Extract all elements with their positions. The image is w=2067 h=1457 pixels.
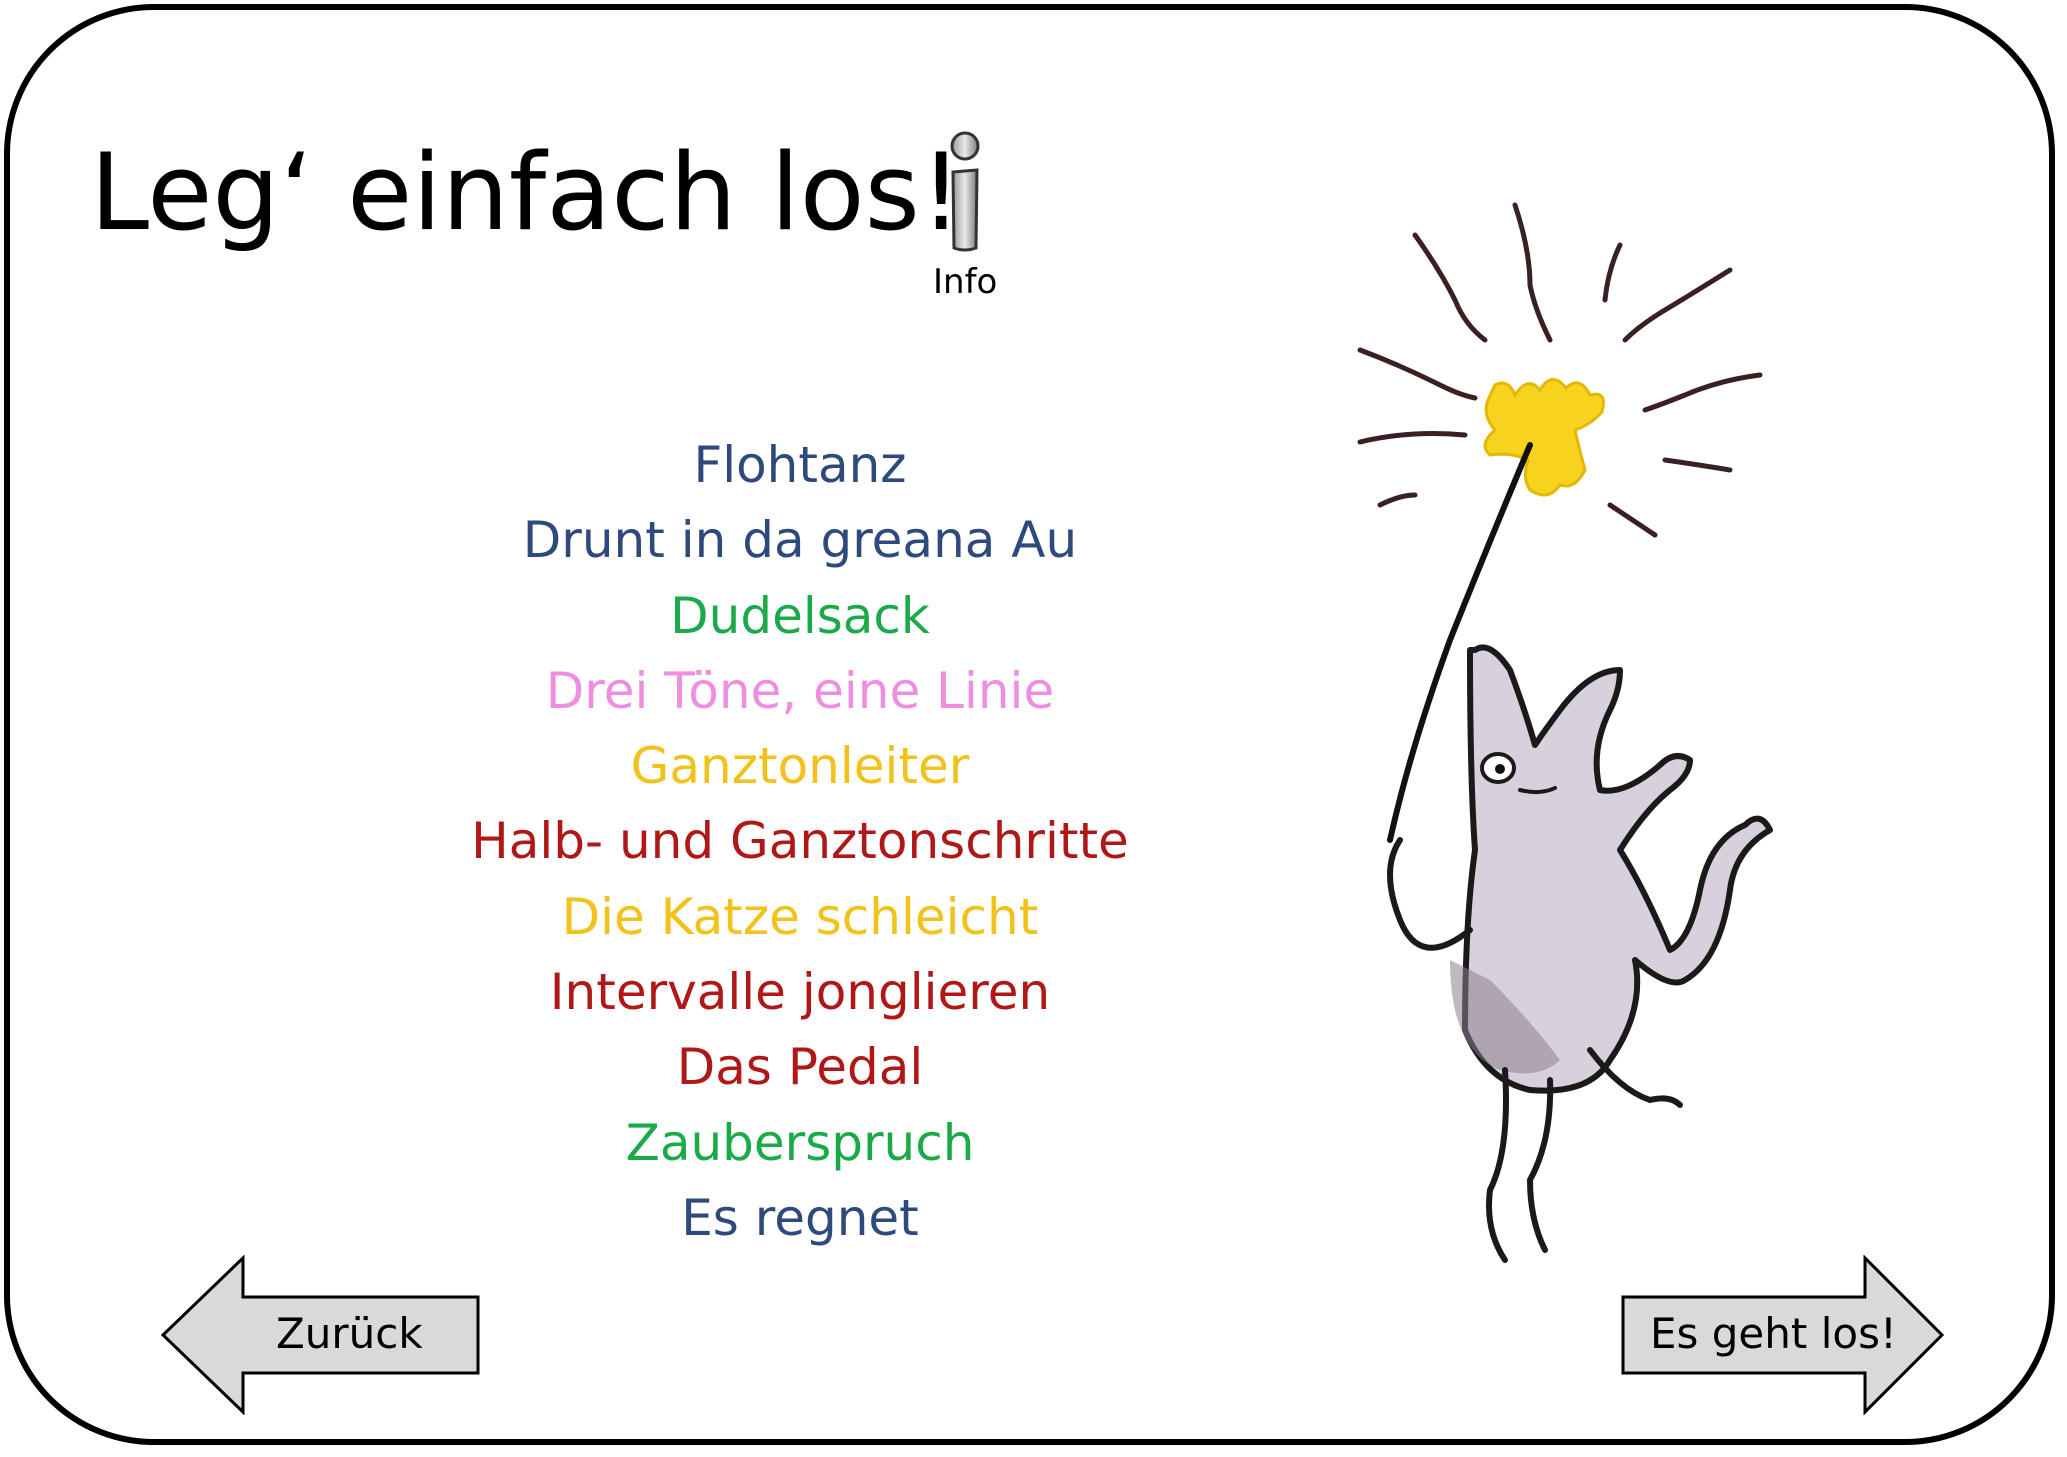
next-button-label: Es geht los! <box>1650 1309 1897 1358</box>
next-button[interactable]: Es geht los! <box>1620 1255 1945 1415</box>
song-item[interactable]: Es regnet <box>440 1181 1160 1256</box>
song-list: Flohtanz Drunt in da greana Au Dudelsack… <box>440 428 1160 1256</box>
dog-with-magic-wand-illustration <box>1357 202 1773 1263</box>
back-button[interactable]: Zurück <box>160 1255 490 1415</box>
info-button[interactable]: Info <box>925 130 1005 310</box>
song-item[interactable]: Drei Töne, eine Linie <box>440 654 1160 729</box>
page-title: Leg‘ einfach los! <box>90 131 963 254</box>
info-icon <box>950 131 980 252</box>
song-item[interactable]: Ganztonleiter <box>440 729 1160 804</box>
song-item[interactable]: Zauberspruch <box>440 1106 1160 1181</box>
song-item[interactable]: Dudelsack <box>440 579 1160 654</box>
info-label: Info <box>933 262 998 302</box>
song-item[interactable]: Die Katze schleicht <box>440 880 1160 955</box>
song-item[interactable]: Intervalle jonglieren <box>440 955 1160 1030</box>
song-item[interactable]: Flohtanz <box>440 428 1160 503</box>
song-item[interactable]: Drunt in da greana Au <box>440 503 1160 578</box>
back-button-label: Zurück <box>276 1309 423 1358</box>
song-item[interactable]: Das Pedal <box>440 1030 1160 1105</box>
song-item[interactable]: Halb- und Ganztonschritte <box>440 804 1160 879</box>
